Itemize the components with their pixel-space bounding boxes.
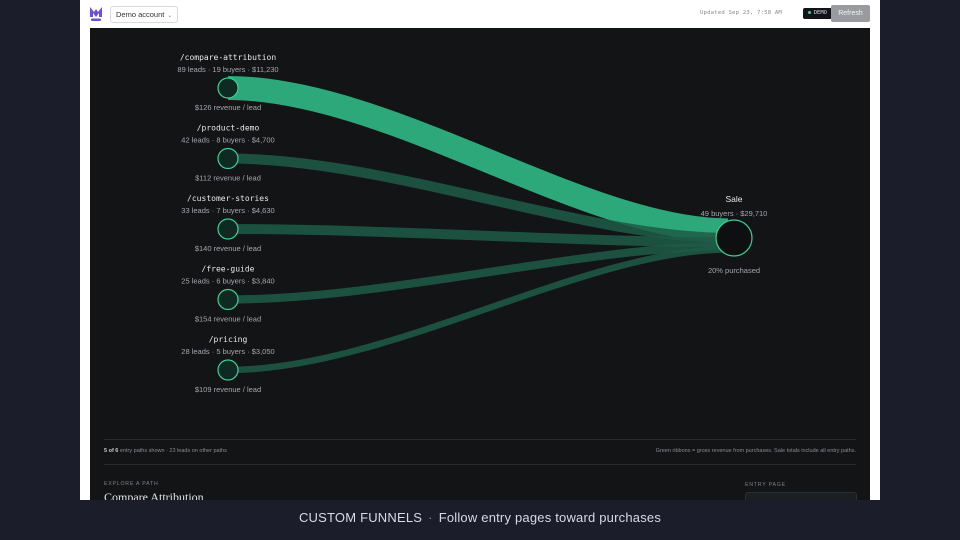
source-path-label: /compare-attribution [180,53,277,62]
source-stats-label: 42 leads · 8 buyers · $4,700 [181,136,274,145]
divider [104,439,856,440]
caption-title: CUSTOM FUNNELS [298,510,423,525]
sale-purchased-rate: 20% purchased [708,266,760,275]
demo-badge: DEMO [802,8,832,19]
updated-timestamp: Updated Sep 23, 7:58 AM [699,10,782,16]
explore-path-title: Compare Attribution [104,490,204,500]
ribbon-group [227,76,729,374]
paths-shown-note: 5 of 6 entry paths shown · 23 leads on o… [104,448,227,454]
source-stats-label: 33 leads · 7 buyers · $4,630 [181,206,274,215]
chevron-down-icon: ⌄ [167,13,173,19]
sale-label: Sale [725,194,742,204]
source-revenue-per-lead: $112 revenue / lead [195,174,261,183]
source-path-label: /pricing [209,335,248,344]
top-bar: Demo account ⌄ Updated Sep 23, 7:58 AM DE… [80,0,880,28]
source-path-label: /customer-stories [187,194,269,203]
explore-path-label: EXPLORE A PATH [104,481,159,487]
ribbon-legend-note: Green ribbons = gross revenue from purch… [655,448,856,454]
demo-badge-label: DEMO [813,10,827,16]
sale-node [715,219,753,257]
caption-separator: · [428,510,433,525]
source-stats-label: 28 leads · 5 buyers · $3,050 [181,347,274,356]
ribbon-free-guide [227,242,729,304]
divider [104,464,856,465]
caption-subtitle: Follow entry pages toward purchases [438,510,662,525]
source-node [217,147,239,170]
source-revenue-per-lead: $109 revenue / lead [195,385,261,394]
source-node [217,218,239,240]
refresh-button[interactable]: Refresh [831,5,870,22]
entry-page-label: ENTRY PAGE [745,482,786,488]
source-revenue-per-lead: $140 revenue / lead [195,244,261,253]
app-window: Demo account ⌄ Updated Sep 23, 7:58 AM DE… [80,0,880,500]
paths-shown-rest: entry paths shown · 23 leads on other pa… [118,448,227,454]
paths-shown-count: 5 of 6 [104,448,119,454]
sale-stats-label: 49 buyers · $29,710 [701,209,768,218]
status-dot-icon [807,11,811,14]
caption: CUSTOM FUNNELS · Follow entry pages toward… [0,510,960,525]
source-path-label: /free-guide [202,265,255,274]
funnel-sankey-chart: /compare-attribution 89 leads · 19 buyers… [177,53,768,394]
source-node [217,77,239,99]
entry-page-select[interactable] [745,492,857,500]
source-stats-label: 25 leads · 6 buyers · $3,840 [181,277,274,286]
funnel-panel: /compare-attribution 89 leads · 19 buyers… [90,28,870,500]
source-revenue-per-lead: $126 revenue / lead [195,103,261,112]
account-selector[interactable]: Demo account ⌄ [110,6,179,23]
source-revenue-per-lead: $154 revenue / lead [195,315,261,324]
account-label: Demo account [116,10,165,19]
ribbon-pricing [227,246,729,374]
source-node [217,288,239,311]
source-node [217,359,239,381]
source-path-label: /product-demo [197,124,260,133]
source-stats-label: 89 leads · 19 buyers · $11,230 [177,65,278,74]
brand-logo-icon [90,7,102,21]
